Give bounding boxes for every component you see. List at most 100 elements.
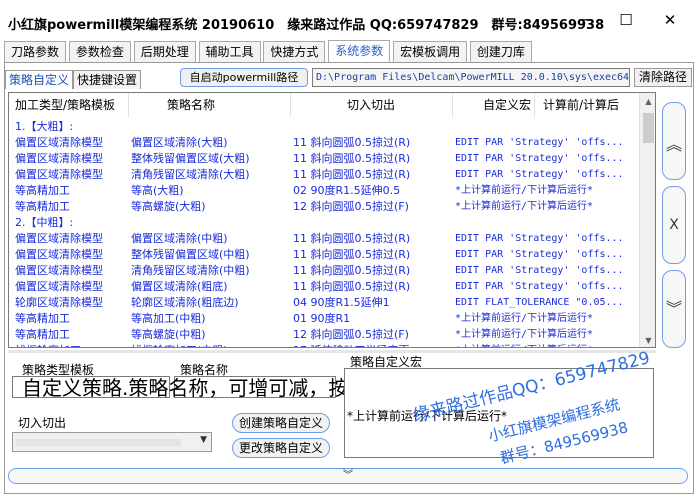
tab-macro-templates[interactable]: 宏模板调用 (393, 41, 468, 62)
cell-strategy: 偏置区域清除(大粗) (131, 136, 228, 149)
cell-macro: *上计算前运行/下计算后运行* (455, 313, 594, 324)
tab-param-check[interactable]: 参数检查 (68, 41, 131, 62)
list-scrollbar[interactable]: ▲ ▼ (639, 93, 655, 347)
cell-type: 偏置区域清除模型 (15, 264, 103, 277)
chevron-up-icon: ︽ (665, 135, 682, 154)
header-before-after-calc[interactable]: 计算前/计算后 (543, 93, 637, 117)
autostart-path-button[interactable]: 自启动powermill路径 (180, 68, 308, 87)
cell-strategy: 线框轮廓加工(中粗) (131, 343, 291, 347)
tab-toolpath-params[interactable]: 刀路参数 (4, 41, 67, 62)
strategy-list[interactable]: 加工类型/策略模板 策略名称 切入切出 自定义宏 计算前/计算后 1.【大粗】:… (8, 92, 656, 348)
cell-strategy (131, 119, 291, 135)
cell-macro: EDIT PAR 'Strategy' 'offs... (455, 169, 624, 180)
table-row[interactable]: 偏置区域清除模型 清角残留区域清除(中粗) 11 斜向圆弧0.5掠过(R) EDIT … (9, 263, 637, 279)
section-row[interactable]: 2.【中粗】: (9, 215, 637, 231)
table-row[interactable]: 偏置区域清除模型 偏置区域清除(中粗) 11 斜向圆弧0.5掠过(R) EDIT PA… (9, 231, 637, 247)
cell-type: 偏置区域清除模型 (15, 152, 103, 165)
close-icon[interactable]: ✕ (660, 10, 680, 30)
cell-leadin: 11 斜向圆弧0.5掠过(R) (293, 280, 411, 293)
minimize-icon[interactable]: ─ (574, 10, 594, 30)
cell-strategy: 偏置区域清除(粗底) (131, 280, 228, 293)
cell-leadin: 04 90度R1.5延伸1 (293, 296, 390, 309)
cell-leadin (293, 119, 453, 135)
header-custom-macro[interactable]: 自定义宏 (483, 93, 535, 117)
tab-post-process[interactable]: 后期处理 (133, 41, 196, 62)
section-row[interactable]: 1.【大粗】: (9, 119, 637, 135)
lead-in-out-value (16, 439, 181, 446)
table-row[interactable]: 偏置区域清除模型 整体残留偏置区域(中粗) 11 斜向圆弧0.5掠过(R) EDIT … (9, 247, 637, 263)
cell-type: 等高精加工 (15, 200, 70, 213)
cell-strategy: 偏置区域清除(中粗) (131, 232, 228, 245)
powermill-path-field[interactable]: D:\Program Files\Delcam\PowerMILL 20.0.1… (312, 68, 630, 87)
cell-strategy: 轮廓区域清除(粗底边) (131, 296, 239, 309)
cell-leadin: 11 斜向圆弧0.5掠过(R) (293, 168, 411, 181)
cell-macro: *上计算前运行/下计算后运行* (455, 329, 594, 340)
table-row[interactable]: 等高精加工 等高螺旋(中粗) 12 斜向圆弧0.5掠过(F) *上计算前运行/下计算后… (9, 327, 637, 343)
cell-leadin (293, 215, 453, 231)
list-splitter[interactable] (8, 350, 656, 353)
dropdown-arrow-icon: ▼ (200, 435, 207, 445)
cell-strategy: 清角残留区域清除(大粗) (131, 168, 250, 181)
cell-strategy: 整体残留偏置区域(中粗) (131, 248, 250, 261)
sub-tabs: 策略自定义 快捷键设置 (5, 70, 142, 89)
cell-leadin: 12 斜向圆弧0.5掠过(F) (293, 200, 409, 213)
modify-strategy-button[interactable]: 更改策略自定义 (232, 438, 330, 458)
delete-row-button[interactable]: X (662, 186, 686, 264)
cell-strategy: 整体残留偏置区域(大粗) (131, 152, 250, 165)
title-bar: 小红旗powermill模架编程系统 20190610 缘来路过作品 QQ:65… (0, 0, 700, 40)
cell-strategy: 清角残留区域清除(中粗) (131, 264, 250, 277)
subtab-hotkey-settings[interactable]: 快捷键设置 (73, 70, 142, 89)
cell-leadin: 17 延伸移动刀半径变更 (293, 343, 453, 347)
tab-create-tool-library[interactable]: 创建刀库 (469, 41, 532, 62)
table-row[interactable]: 轮廓区域清除模型 轮廓区域清除(粗底边) 04 90度R1.5延伸1 EDIT FLA… (9, 295, 637, 311)
cell-leadin: 11 斜向圆弧0.5掠过(R) (293, 248, 411, 261)
scroll-up-icon[interactable]: ▲ (640, 93, 655, 110)
cell-type: 偏置区域清除模型 (15, 136, 103, 149)
cell-type: 偏置区域清除模型 (15, 248, 103, 261)
clear-path-button[interactable]: 清除路径 (634, 68, 692, 87)
cell-strategy (131, 215, 291, 231)
table-row[interactable]: 偏置区域清除模型 偏置区域清除(大粗) 11 斜向圆弧0.5掠过(R) EDIT PA… (9, 135, 637, 151)
table-row[interactable]: 等高精加工 等高(大粗) 02 90度R1.5延伸0.5 *上计算前运行/下计算后运行… (9, 183, 637, 199)
lead-in-out-select[interactable]: ▼ (12, 432, 212, 452)
cell-type: 偏置区域清除模型 (15, 232, 103, 245)
cell-type: 偏置区域清除模型 (15, 280, 103, 293)
chevron-double-down-icon: ︾ (343, 470, 353, 481)
cell-strategy: 等高螺旋(大粗) (131, 200, 206, 213)
table-row[interactable]: 等高精加工 等高加工(中粗) 01 90度R1 *上计算前运行/下计算后运行* (9, 311, 637, 327)
cell-macro: EDIT FLAT_TOLERANCE "0.05... (455, 297, 624, 308)
move-down-button[interactable]: ︾ (662, 270, 686, 348)
tab-system-params[interactable]: 系统参数 (328, 40, 391, 62)
table-row[interactable]: 线框轮廓加工线框轮廓加工(中粗)17 延伸移动刀半径变更*上计算前运行/下计算后… (9, 343, 637, 347)
cell-macro: EDIT PAR 'Strategy' 'offs... (455, 249, 624, 260)
window-title: 小红旗powermill模架编程系统 20190610 缘来路过作品 QQ:65… (8, 18, 605, 33)
cell-leadin: 11 斜向圆弧0.5掠过(R) (293, 152, 411, 165)
main-tabs: 刀路参数 参数检查 后期处理 辅助工具 快捷方式 系统参数 宏模板调用 创建刀库 (4, 40, 532, 62)
cell-type: 等高精加工 (15, 312, 70, 325)
header-machining-type[interactable]: 加工类型/策略模板 (15, 93, 129, 117)
cell-type: 轮廓区域清除模型 (15, 296, 103, 309)
table-row[interactable]: 偏置区域清除模型 清角残留区域清除(大粗) 11 斜向圆弧0.5掠过(R) EDIT … (9, 167, 637, 183)
table-row[interactable]: 等高精加工 等高螺旋(大粗) 12 斜向圆弧0.5掠过(F) *上计算前运行/下计算后… (9, 199, 637, 215)
tab-shortcuts[interactable]: 快捷方式 (263, 41, 326, 62)
expand-bottom-button[interactable]: ︾ (8, 468, 688, 484)
cell-leadin: 12 斜向圆弧0.5掠过(F) (293, 328, 409, 341)
table-row[interactable]: 偏置区域清除模型 偏置区域清除(粗底) 11 斜向圆弧0.5掠过(R) EDIT PA… (9, 279, 637, 295)
scroll-thumb[interactable] (643, 113, 654, 143)
cell-macro: EDIT PAR 'Strategy' 'offs... (455, 281, 624, 292)
list-header: 加工类型/策略模板 策略名称 切入切出 自定义宏 计算前/计算后 (9, 93, 637, 117)
cell-type: 等高精加工 (15, 328, 70, 341)
maximize-icon[interactable]: ☐ (616, 10, 636, 30)
move-up-button[interactable]: ︽ (662, 102, 686, 180)
header-strategy-name[interactable]: 策略名称 (167, 93, 291, 117)
table-row[interactable]: 偏置区域清除模型 整体残留偏置区域(大粗) 11 斜向圆弧0.5掠过(R) EDIT … (9, 151, 637, 167)
cell-leadin: 01 90度R1 (293, 312, 351, 325)
list-rows: 1.【大粗】: 偏置区域清除模型 偏置区域清除(大粗) 11 斜向圆弧0.5掠过(R)… (9, 119, 637, 347)
header-lead-in-out[interactable]: 切入切出 (347, 93, 453, 117)
subtab-strategy-custom[interactable]: 策略自定义 (5, 70, 74, 89)
cell-type: 等高精加工 (15, 184, 70, 197)
cell-type: 偏置区域清除模型 (15, 168, 103, 181)
chevron-down-icon: ︾ (665, 299, 682, 318)
create-strategy-button[interactable]: 创建策略自定义 (232, 413, 330, 433)
tab-aux-tools[interactable]: 辅助工具 (198, 41, 261, 62)
